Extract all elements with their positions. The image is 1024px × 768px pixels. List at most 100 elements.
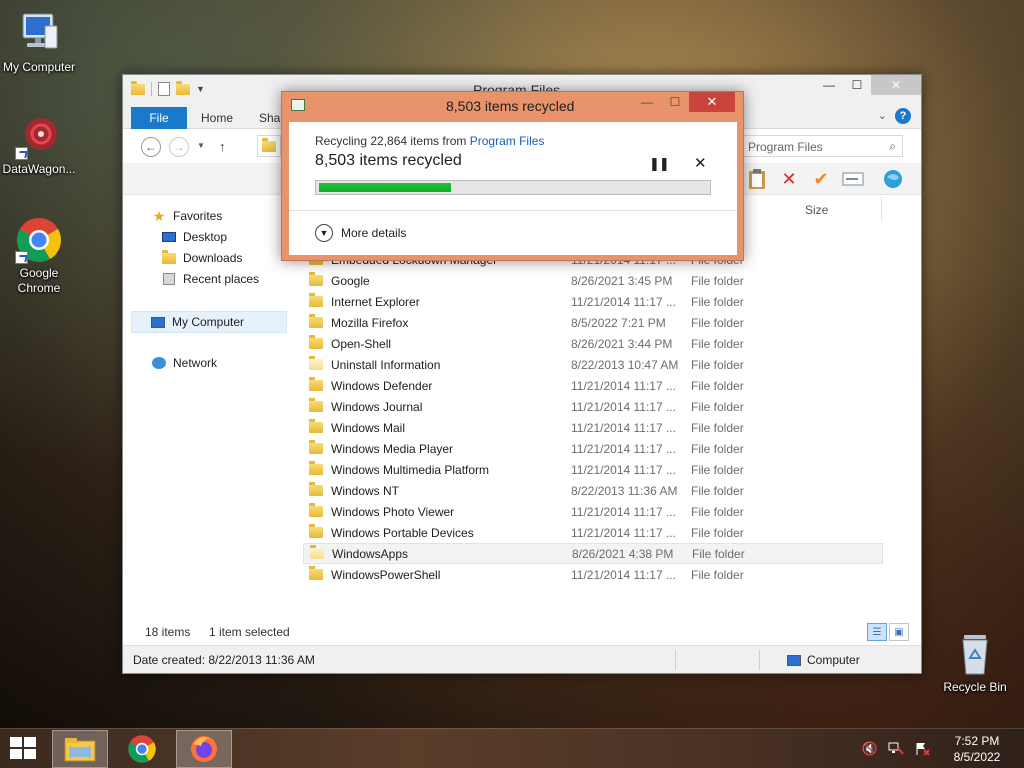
file-name: WindowsApps xyxy=(332,546,409,561)
checkmark-icon[interactable]: ✔ xyxy=(809,167,833,191)
tab-home[interactable]: Home xyxy=(201,111,233,125)
maximize-button[interactable]: ☐ xyxy=(843,75,871,95)
back-button[interactable]: ← xyxy=(141,137,161,157)
list-item[interactable]: Internet Explorer 11/21/2014 11:17 ... Fil… xyxy=(303,291,883,312)
desktop-icon-datawagon[interactable]: DataWagon... xyxy=(0,112,78,177)
folder-icon xyxy=(309,461,323,475)
volume-muted-icon[interactable]: 🔇 xyxy=(860,739,880,759)
address-bar[interactable] xyxy=(257,135,281,157)
taskbar-file-explorer[interactable] xyxy=(52,730,108,768)
file-name: Windows Portable Devices xyxy=(331,525,474,540)
list-item[interactable]: Mozilla Firefox 8/5/2022 7:21 PM File fold… xyxy=(303,312,883,333)
navigation-pane: ★ Favorites Desktop Downloads Recent pla… xyxy=(123,197,293,627)
properties-icon[interactable] xyxy=(158,82,170,96)
file-type: File folder xyxy=(691,504,744,519)
pause-button[interactable]: ❚❚ xyxy=(649,156,670,172)
item-count: 18 items xyxy=(145,625,191,639)
start-button[interactable] xyxy=(10,737,38,761)
list-item[interactable]: Windows Mail 11/21/2014 11:17 ... File fol… xyxy=(303,417,883,438)
nav-item-desktop[interactable]: Desktop xyxy=(161,230,227,244)
file-date: 11/21/2014 11:17 ... xyxy=(571,462,676,477)
list-item[interactable]: Windows Multimedia Platform 11/21/2014 11… xyxy=(303,459,883,480)
nav-item-network[interactable]: Network xyxy=(151,356,217,370)
folder-icon xyxy=(262,138,276,152)
large-icons-view-icon[interactable]: ▣ xyxy=(889,623,909,641)
desktop-icon-recycle-bin[interactable]: Recycle Bin xyxy=(936,630,1014,695)
dialog-close-button[interactable]: ✕ xyxy=(689,92,735,112)
chevron-down-icon[interactable]: ▼ xyxy=(196,84,205,94)
dialog-titlebar[interactable]: 8,503 items recycled — ☐ ✕ xyxy=(282,92,743,119)
list-item[interactable]: WindowsPowerShell 11/21/2014 11:17 ... Fil… xyxy=(303,564,883,585)
dialog-minimize-button[interactable]: — xyxy=(633,92,661,112)
network-icon[interactable] xyxy=(886,739,906,759)
search-placeholder: Program Files xyxy=(748,140,823,154)
globe-icon[interactable] xyxy=(881,167,905,191)
shortcut-arrow-icon xyxy=(15,251,28,264)
up-button[interactable]: ↑ xyxy=(219,139,226,154)
list-item[interactable]: Windows Journal 11/21/2014 11:17 ... File … xyxy=(303,396,883,417)
list-item[interactable]: Uninstall Information 8/22/2013 10:47 AM F… xyxy=(303,354,883,375)
taskbar-firefox[interactable] xyxy=(176,730,232,768)
status-bar: 18 items 1 item selected ☰ ▣ xyxy=(123,621,921,643)
source-folder-link[interactable]: Program Files xyxy=(470,134,545,148)
close-button[interactable]: ✕ xyxy=(871,75,921,95)
taskbar-chrome[interactable] xyxy=(114,730,170,768)
action-center-icon[interactable] xyxy=(912,739,932,759)
ribbon-expand-icon[interactable]: ⌄ xyxy=(878,109,887,122)
dialog-maximize-button[interactable]: ☐ xyxy=(661,92,689,112)
folder-icon xyxy=(309,314,323,328)
delete-icon[interactable]: ✕ xyxy=(777,167,801,191)
nav-label: Downloads xyxy=(183,251,243,265)
tab-file[interactable]: File xyxy=(131,107,187,129)
folder-icon xyxy=(309,419,323,433)
recent-locations-icon[interactable]: ▼ xyxy=(197,141,205,150)
minimize-button[interactable]: — xyxy=(815,75,843,95)
new-folder-icon[interactable] xyxy=(176,80,190,95)
divider xyxy=(151,82,152,96)
nav-item-favorites[interactable]: ★ Favorites xyxy=(151,208,223,224)
more-details-button[interactable]: ▼ More details xyxy=(315,224,406,242)
folder-icon xyxy=(309,503,323,517)
paste-icon[interactable] xyxy=(745,167,769,191)
list-item[interactable]: Windows Photo Viewer 11/21/2014 11:17 ...… xyxy=(303,501,883,522)
list-item-selected[interactable]: WindowsApps 8/26/2021 4:38 PM File folder xyxy=(303,543,883,564)
system-tray: 🔇 7:52 PM 8/5/2022 xyxy=(860,729,1024,768)
windows-logo-icon xyxy=(10,737,22,747)
nav-item-my-computer[interactable]: My Computer xyxy=(131,311,287,333)
recycle-bin-icon xyxy=(951,630,999,678)
file-name: Uninstall Information xyxy=(331,357,441,372)
search-input[interactable]: Program Files ⌕ xyxy=(741,135,903,157)
folder-icon xyxy=(310,545,324,559)
list-item[interactable]: Windows Media Player 11/21/2014 11:17 ...… xyxy=(303,438,883,459)
folder-icon xyxy=(309,524,323,538)
file-date: 8/22/2013 10:47 AM xyxy=(571,357,679,372)
file-type: File folder xyxy=(691,483,744,498)
details-view-icon[interactable]: ☰ xyxy=(867,623,887,641)
desktop-icon-my-computer[interactable]: My Computer xyxy=(0,10,78,75)
list-item[interactable]: Windows Portable Devices 11/21/2014 11:17… xyxy=(303,522,883,543)
rename-icon[interactable] xyxy=(841,167,865,191)
file-name: WindowsPowerShell xyxy=(331,567,441,582)
progress-status: 8,503 items recycled xyxy=(315,152,462,169)
clock[interactable]: 7:52 PM 8/5/2022 xyxy=(938,733,1016,765)
forward-button[interactable]: → xyxy=(169,137,189,157)
clock-date: 8/5/2022 xyxy=(953,750,1001,764)
nav-item-recent-places[interactable]: Recent places xyxy=(161,272,259,286)
list-item[interactable]: Google 8/26/2021 3:45 PM File folder xyxy=(303,270,883,291)
help-icon[interactable]: ? xyxy=(895,108,911,124)
recycle-progress-dialog: 8,503 items recycled — ☐ ✕ Recycling 22,… xyxy=(281,91,744,261)
list-item[interactable]: Windows NT 8/22/2013 11:36 AM File folder xyxy=(303,480,883,501)
file-date: 8/26/2021 3:44 PM xyxy=(571,336,673,351)
cancel-button[interactable]: ✕ xyxy=(694,154,707,172)
desktop-icon-google-chrome[interactable]: Google Chrome xyxy=(0,216,78,296)
nav-label: Recent places xyxy=(183,272,260,286)
nav-item-downloads[interactable]: Downloads xyxy=(161,249,243,265)
file-type: File folder xyxy=(691,315,744,330)
list-item[interactable]: Windows Defender 11/21/2014 11:17 ... File… xyxy=(303,375,883,396)
dialog-title: 8,503 items recycled xyxy=(446,98,575,114)
column-header-size[interactable]: Size xyxy=(805,203,828,217)
file-name: Windows Media Player xyxy=(331,441,454,456)
list-item[interactable]: Open-Shell 8/26/2021 3:44 PM File folder xyxy=(303,333,883,354)
chrome-icon xyxy=(15,216,63,264)
folder-icon xyxy=(309,482,323,496)
